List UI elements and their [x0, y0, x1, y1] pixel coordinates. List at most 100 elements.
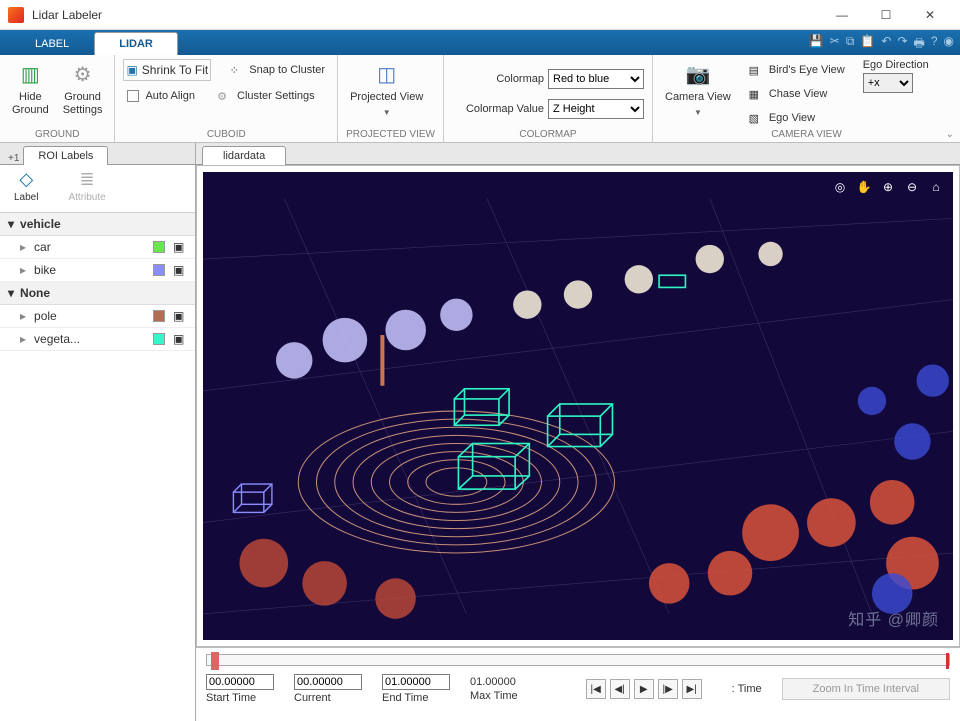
- hide-ground-button[interactable]: ▥ Hide Ground: [8, 59, 53, 119]
- print-icon[interactable]: 🖶: [914, 34, 925, 55]
- ribbon-expand-icon[interactable]: ⌄: [946, 129, 954, 140]
- camera-view-label: Camera View: [665, 91, 731, 104]
- label-item-bike[interactable]: ▸bike▣: [0, 259, 195, 282]
- chevron-right-icon: ▸: [20, 240, 26, 254]
- paste-icon[interactable]: 📋: [860, 34, 875, 55]
- start-time-input[interactable]: [206, 674, 274, 690]
- colormap-value-select[interactable]: Z Height: [548, 99, 644, 119]
- snap-to-cluster-button[interactable]: ⁘ Snap to Cluster: [221, 59, 329, 81]
- color-swatch: [153, 241, 165, 253]
- birds-eye-view-button[interactable]: ▤Bird's Eye View: [741, 59, 849, 81]
- shrink-to-fit-button[interactable]: ▣ Shrink To Fit: [123, 59, 211, 81]
- minimize-button[interactable]: —: [820, 0, 864, 30]
- point-cloud-canvas[interactable]: ◎ ✋ ⊕ ⊖ ⌂: [203, 172, 953, 640]
- bev-label: Bird's Eye View: [769, 64, 845, 76]
- timeline-track[interactable]: [206, 654, 950, 666]
- shrink-label: Shrink To Fit: [142, 63, 208, 77]
- cut-icon[interactable]: ✂: [830, 34, 840, 55]
- add-panel-button[interactable]: +1: [4, 153, 23, 164]
- end-time-label: End Time: [382, 692, 450, 704]
- redo-icon[interactable]: ↷: [897, 34, 907, 55]
- timeline-end-marker[interactable]: [946, 653, 949, 669]
- end-time-input[interactable]: [382, 674, 450, 690]
- zoom-out-icon[interactable]: ⊖: [903, 178, 921, 196]
- ribbon: ▥ Hide Ground ⚙ Ground Settings GROUND ▣…: [0, 55, 960, 143]
- viewer-panel: lidardata ◎ ✋ ⊕ ⊖ ⌂: [196, 143, 960, 721]
- titlebar: Lidar Labeler — ☐ ✕: [0, 0, 960, 30]
- maximize-button[interactable]: ☐: [864, 0, 908, 30]
- start-time-label: Start Time: [206, 692, 274, 704]
- close-button[interactable]: ✕: [908, 0, 952, 30]
- skip-start-button[interactable]: |◀: [586, 679, 606, 699]
- chase-label: Chase View: [769, 88, 828, 100]
- cluster-settings-button[interactable]: ⚙ Cluster Settings: [209, 85, 319, 107]
- group-title-ground: GROUND: [8, 129, 106, 142]
- new-label-button[interactable]: ◇ Label: [14, 169, 38, 208]
- colormap-select[interactable]: Red to blue: [548, 69, 644, 89]
- chevron-down-icon: ▼: [694, 106, 702, 119]
- cluster-settings-icon: ⚙: [213, 87, 231, 105]
- tab-label[interactable]: LABEL: [10, 32, 94, 55]
- cluster-settings-label: Cluster Settings: [237, 90, 315, 102]
- label-name: pole: [34, 309, 145, 323]
- step-back-button[interactable]: ◀|: [610, 679, 630, 699]
- cuboid-icon: ▣: [173, 240, 187, 254]
- home-icon[interactable]: ⌂: [927, 178, 945, 196]
- viewer-tab-lidardata[interactable]: lidardata: [202, 146, 286, 165]
- ribbon-group-camera: 📷 Camera View ▼ ▤Bird's Eye View ▦ Chase …: [653, 55, 960, 142]
- save-icon[interactable]: 💾: [809, 34, 824, 55]
- label-item-vegetation[interactable]: ▸vegeta...▣: [0, 328, 195, 351]
- projected-view-icon: ◫: [373, 61, 401, 89]
- zoom-in-icon[interactable]: ⊕: [879, 178, 897, 196]
- camera-view-button[interactable]: 📷 Camera View ▼: [661, 59, 735, 121]
- ego-icon: ▧: [745, 109, 763, 127]
- canvas-toolbar: ◎ ✋ ⊕ ⊖ ⌂: [831, 178, 945, 196]
- help-icon[interactable]: ?: [931, 34, 938, 55]
- attribute-button: ≣ Attribute: [68, 169, 105, 208]
- point-cloud-svg: [203, 172, 953, 640]
- max-time-value: 01.00000: [470, 676, 518, 688]
- undo-icon[interactable]: ↶: [881, 34, 891, 55]
- ribbon-group-cuboid: ▣ Shrink To Fit ⁘ Snap to Cluster Auto A…: [115, 55, 338, 142]
- shrink-icon: ▣: [126, 63, 137, 77]
- label-name: bike: [34, 263, 145, 277]
- toolstrip-tabbar: LABEL LIDAR 💾 ✂ ⧉ 📋 ↶ ↷ 🖶 ? ◉: [0, 30, 960, 55]
- playback-controls: |◀ ◀| ▶ |▶ ▶|: [586, 679, 702, 699]
- current-time-input[interactable]: [294, 674, 362, 690]
- auto-align-button[interactable]: Auto Align: [123, 85, 199, 107]
- label-list: ▾vehicle ▸ car ▣ ▸bike▣ ▾None ▸pole▣ ▸vege…: [0, 213, 195, 721]
- gear-icon[interactable]: ◉: [944, 34, 954, 55]
- quick-access-toolbar: 💾 ✂ ⧉ 📋 ↶ ↷ 🖶 ? ◉: [809, 34, 954, 55]
- cuboid-icon: ▣: [173, 332, 187, 346]
- label-name: car: [34, 240, 145, 254]
- max-time-label: Max Time: [470, 690, 518, 702]
- play-button[interactable]: ▶: [634, 679, 654, 699]
- roi-labels-tab[interactable]: ROI Labels: [23, 146, 108, 165]
- orbit-icon[interactable]: ◎: [831, 178, 849, 196]
- ego-view-button[interactable]: ▧Ego View: [741, 107, 849, 129]
- hide-ground-icon: ▥: [16, 61, 44, 89]
- copy-icon[interactable]: ⧉: [846, 34, 855, 55]
- chevron-down-icon: ▼: [383, 106, 391, 119]
- projected-view-button[interactable]: ◫ Projected View ▼: [346, 59, 427, 121]
- label-group-vehicle[interactable]: ▾vehicle: [0, 213, 195, 236]
- pan-icon[interactable]: ✋: [855, 178, 873, 196]
- projected-view-label: Projected View: [350, 91, 423, 104]
- snap-icon: ⁘: [225, 61, 243, 79]
- tab-lidar[interactable]: LIDAR: [94, 32, 178, 55]
- chase-view-button[interactable]: ▦ Chase View: [741, 83, 849, 105]
- timeline-scrubber[interactable]: [211, 652, 219, 670]
- label-item-pole[interactable]: ▸pole▣: [0, 305, 195, 328]
- label-item-car[interactable]: ▸ car ▣: [0, 236, 195, 259]
- skip-end-button[interactable]: ▶|: [682, 679, 702, 699]
- ego-direction-select[interactable]: +x: [863, 73, 913, 93]
- group-title-cuboid: CUBOID: [123, 129, 329, 142]
- chase-icon: ▦: [745, 85, 763, 103]
- group-title-camera: CAMERA VIEW: [661, 129, 952, 142]
- ground-settings-icon: ⚙: [69, 61, 97, 89]
- step-forward-button[interactable]: |▶: [658, 679, 678, 699]
- ground-settings-button[interactable]: ⚙ Ground Settings: [59, 59, 107, 119]
- label-group-none[interactable]: ▾None: [0, 282, 195, 305]
- ribbon-group-projected: ◫ Projected View ▼ PROJECTED VIEW: [338, 55, 444, 142]
- timeline-panel: Start Time Current End Time 01.00000Max …: [196, 647, 960, 721]
